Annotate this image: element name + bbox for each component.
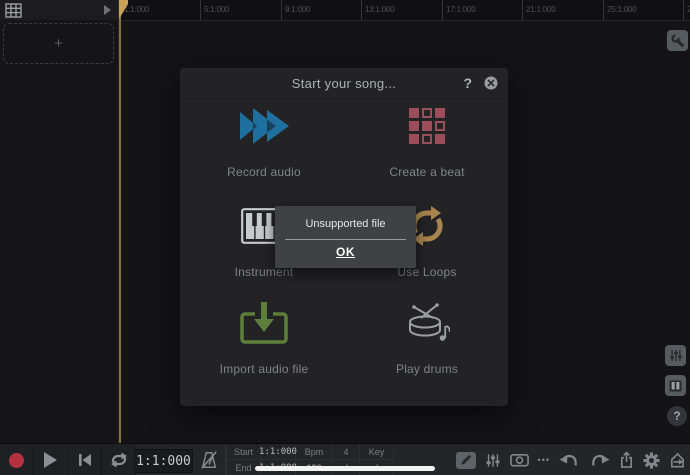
ruler-tick bbox=[603, 0, 604, 20]
bottom-right-toolbar: ••• bbox=[456, 444, 686, 475]
panel-collapse-arrow-icon[interactable] bbox=[104, 5, 111, 15]
share-export-icon bbox=[619, 451, 634, 469]
dialog-title: Start your song... bbox=[180, 76, 508, 91]
timesig-top[interactable]: 4 bbox=[333, 444, 360, 460]
record-audio-icon bbox=[240, 107, 289, 145]
dialog-header: Start your song... ? bbox=[180, 68, 508, 99]
option-play-drums[interactable]: Play drums bbox=[352, 297, 502, 376]
timeline-ruler[interactable]: 1:1:000 5:1:000 9:1:000 13:1:000 17:1:00… bbox=[0, 0, 690, 21]
ruler-tick-label: 21:1:000 bbox=[526, 5, 556, 14]
time-display[interactable]: 1:1:000 bbox=[134, 449, 193, 473]
mixer-sliders-icon bbox=[485, 453, 501, 468]
camera-icon bbox=[510, 453, 529, 467]
ruler-tick bbox=[200, 0, 201, 20]
alert-message: Unsupported file bbox=[275, 206, 416, 230]
play-button[interactable] bbox=[34, 444, 68, 475]
redo-button[interactable] bbox=[589, 453, 610, 468]
close-icon bbox=[484, 76, 498, 90]
keyboard-button[interactable] bbox=[665, 375, 686, 396]
pencil-icon bbox=[459, 454, 472, 467]
mixer-sliders-icon bbox=[669, 349, 683, 362]
record-icon bbox=[9, 453, 24, 468]
ruler-tick bbox=[281, 0, 282, 20]
home-indicator[interactable] bbox=[255, 466, 435, 471]
save-exit-button[interactable] bbox=[669, 452, 686, 469]
dialog-help-button[interactable]: ? bbox=[463, 75, 472, 91]
undo-arrow-icon bbox=[559, 453, 580, 468]
start-label: Start bbox=[226, 444, 261, 460]
ruler-tick-label: 13:1:000 bbox=[365, 5, 395, 14]
help-question-icon: ? bbox=[673, 409, 680, 423]
share-button[interactable] bbox=[619, 451, 634, 469]
wrench-icon bbox=[671, 34, 684, 47]
ruler-tick-label: 1:1:000 bbox=[124, 5, 149, 14]
ruler-tick bbox=[361, 0, 362, 20]
piano-keys-icon bbox=[669, 380, 682, 392]
bpm-label: Bpm bbox=[296, 444, 333, 460]
track-mixer-button[interactable] bbox=[485, 453, 501, 468]
playhead-line bbox=[119, 0, 121, 444]
metronome-button[interactable] bbox=[193, 444, 226, 475]
dialog-close-button[interactable] bbox=[484, 76, 498, 90]
grid-view-button[interactable] bbox=[5, 3, 22, 18]
alert-ok-button[interactable]: OK bbox=[336, 245, 355, 259]
option-label: Record audio bbox=[189, 165, 339, 179]
mixer-button[interactable] bbox=[665, 345, 686, 366]
option-label: Import audio file bbox=[189, 362, 339, 376]
start-value-field[interactable]: 1:1:000 bbox=[261, 444, 296, 460]
skip-to-start-icon bbox=[77, 453, 93, 467]
ruler-tick-label: 9:1:000 bbox=[285, 5, 310, 14]
play-drums-icon bbox=[404, 302, 450, 344]
option-record-audio[interactable]: Record audio bbox=[189, 100, 339, 179]
undo-button[interactable] bbox=[559, 453, 580, 468]
ruler-tick bbox=[683, 0, 684, 20]
add-track-button[interactable]: + bbox=[3, 23, 114, 64]
record-button[interactable] bbox=[0, 444, 34, 475]
loop-button[interactable] bbox=[102, 444, 136, 475]
import-audio-icon bbox=[240, 302, 288, 344]
help-button[interactable]: ? bbox=[667, 406, 687, 426]
create-beat-icon bbox=[409, 108, 445, 144]
ellipsis-icon: ••• bbox=[538, 455, 550, 465]
key-label: Key bbox=[360, 444, 394, 460]
track-list-panel: + bbox=[0, 20, 119, 443]
app-window: 1:1:000 5:1:000 9:1:000 13:1:000 17:1:00… bbox=[0, 0, 690, 475]
more-options-button[interactable]: ••• bbox=[538, 455, 550, 465]
option-label: Create a beat bbox=[352, 165, 502, 179]
metronome-muted-icon bbox=[199, 449, 219, 471]
unsupported-file-alert: Unsupported file OK bbox=[275, 206, 416, 268]
ruler-tick-label: 5:1:000 bbox=[204, 5, 229, 14]
alert-divider bbox=[285, 239, 406, 240]
tools-wrench-button[interactable] bbox=[667, 30, 688, 51]
redo-arrow-icon bbox=[589, 453, 610, 468]
rewind-to-start-button[interactable] bbox=[68, 444, 102, 475]
camera-button[interactable] bbox=[510, 453, 529, 467]
grid-icon bbox=[5, 3, 22, 18]
play-icon bbox=[44, 452, 57, 468]
track-header-bar bbox=[0, 0, 119, 20]
settings-button[interactable] bbox=[643, 452, 660, 469]
gear-icon bbox=[643, 452, 660, 469]
option-create-a-beat[interactable]: Create a beat bbox=[352, 100, 502, 179]
option-import-audio-file[interactable]: Import audio file bbox=[189, 297, 339, 376]
transport-buttons bbox=[0, 444, 136, 475]
save-to-library-icon bbox=[669, 452, 686, 469]
ruler-tick bbox=[522, 0, 523, 20]
edit-tool-button[interactable] bbox=[456, 452, 476, 469]
ruler-tick-label: 25:1:000 bbox=[607, 5, 637, 14]
add-track-plus-icon: + bbox=[54, 35, 63, 52]
option-label: Play drums bbox=[352, 362, 502, 376]
ruler-tick-label: 17:1:000 bbox=[446, 5, 476, 14]
ruler-tick bbox=[442, 0, 443, 20]
loop-icon bbox=[108, 452, 130, 468]
